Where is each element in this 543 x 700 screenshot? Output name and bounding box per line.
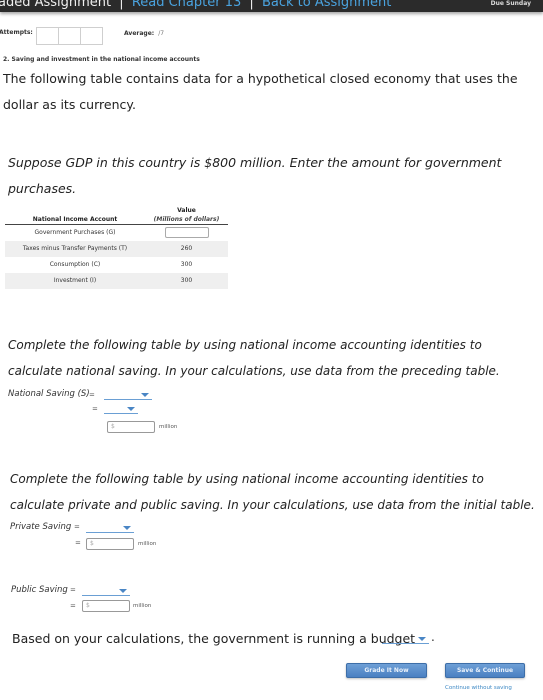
table-row: Taxes minus Transfer Payments (T) 260 — [5, 240, 228, 257]
attempt-box — [80, 27, 103, 45]
account-cell: Consumption (C) — [49, 261, 101, 268]
attempt-boxes — [36, 27, 103, 45]
national-saving-formula-dropdown[interactable] — [104, 392, 152, 400]
breadcrumb-separator: | — [119, 0, 124, 10]
save-and-continue-button[interactable]: Save & Continue — [445, 663, 525, 678]
unit-label: million — [138, 541, 157, 547]
table-row: Consumption (C) 300 — [5, 257, 228, 273]
breadcrumb-separator: | — [249, 0, 254, 10]
equals-sign: = — [74, 523, 80, 531]
account-cell: Government Purchases (G) — [34, 229, 116, 237]
national-saving-label: National Saving (S) — [8, 389, 90, 399]
private-saving-label: Private Saving — [10, 522, 72, 532]
top-nav-bar: aded Assignment | Read Chapter 13 | Back… — [0, 0, 543, 12]
average-value: /7 — [158, 30, 165, 37]
budget-dropdown[interactable] — [382, 636, 429, 644]
attempt-box — [58, 27, 81, 45]
private-saving-formula-dropdown[interactable] — [86, 525, 134, 533]
government-purchases-input[interactable] — [164, 227, 209, 239]
average-score: Average:/7 — [124, 30, 164, 37]
value-subheader: (Millions of dollars) — [145, 215, 228, 225]
equals-sign: = — [92, 405, 98, 413]
table-row: Investment (I) 300 — [5, 272, 228, 289]
equals-sign: = — [70, 602, 76, 610]
budget-sentence: Based on your calculations, the governme… — [12, 626, 542, 652]
public-saving-label: Public Saving — [11, 585, 68, 595]
chevron-down-icon — [418, 637, 426, 641]
national-saving-input[interactable]: $ — [107, 421, 155, 433]
chevron-down-icon — [119, 589, 127, 593]
grade-it-now-button[interactable]: Grade It Now — [346, 663, 427, 678]
value-cell: 300 — [145, 272, 228, 289]
budget-period: . — [431, 630, 435, 644]
chevron-down-icon — [127, 407, 135, 411]
attempt-box — [36, 27, 59, 45]
table-row: Government Purchases (G) — [5, 225, 228, 241]
unit-label: million — [159, 424, 178, 430]
breadcrumb: aded Assignment | Read Chapter 13 | Back… — [0, 0, 391, 10]
national-saving-expression-dropdown[interactable] — [104, 406, 138, 414]
average-label: Average: — [124, 30, 155, 37]
national-saving-prompt: Complete the following table by using na… — [8, 338, 500, 378]
unit-label: million — [133, 603, 152, 609]
account-cell: Investment (I) — [5, 272, 145, 289]
read-chapter-link[interactable]: Read Chapter 13 — [132, 0, 241, 10]
account-header: National Income Account — [5, 215, 145, 225]
public-saving-formula-dropdown[interactable] — [82, 588, 130, 596]
equals-sign: = — [75, 539, 81, 547]
equals-sign: = — [70, 586, 76, 594]
chevron-down-icon — [123, 526, 131, 530]
question-title: 2. Saving and investment in the national… — [3, 56, 200, 63]
value-cell: 300 — [180, 261, 193, 268]
value-cell — [145, 225, 228, 241]
intro-text: The following table contains data for a … — [3, 71, 518, 112]
value-cell: 260 — [145, 240, 228, 257]
budget-text: Based on your calculations, the governme… — [12, 631, 416, 646]
back-to-assignment-link[interactable]: Back to Assignment — [262, 0, 391, 10]
account-cell: Taxes minus Transfer Payments (T) — [5, 240, 145, 257]
national-income-table: Value National Income Account (Millions … — [5, 206, 228, 289]
table-header-spacer — [5, 206, 145, 215]
public-saving-input[interactable]: $ — [82, 600, 130, 612]
attempts-label: Attempts: — [0, 29, 33, 36]
chevron-down-icon — [141, 393, 149, 397]
private-public-prompt: Complete the following table by using na… — [10, 472, 535, 512]
value-header: Value — [177, 207, 196, 214]
breadcrumb-current: aded Assignment — [0, 0, 112, 10]
due-date: Due Sunday — [490, 0, 531, 7]
continue-without-saving-link[interactable]: Continue without saving — [445, 685, 512, 691]
equals-sign: = — [89, 391, 95, 399]
gdp-prompt: Suppose GDP in this country is $800 mill… — [8, 155, 502, 196]
private-saving-input[interactable]: $ — [86, 538, 134, 550]
